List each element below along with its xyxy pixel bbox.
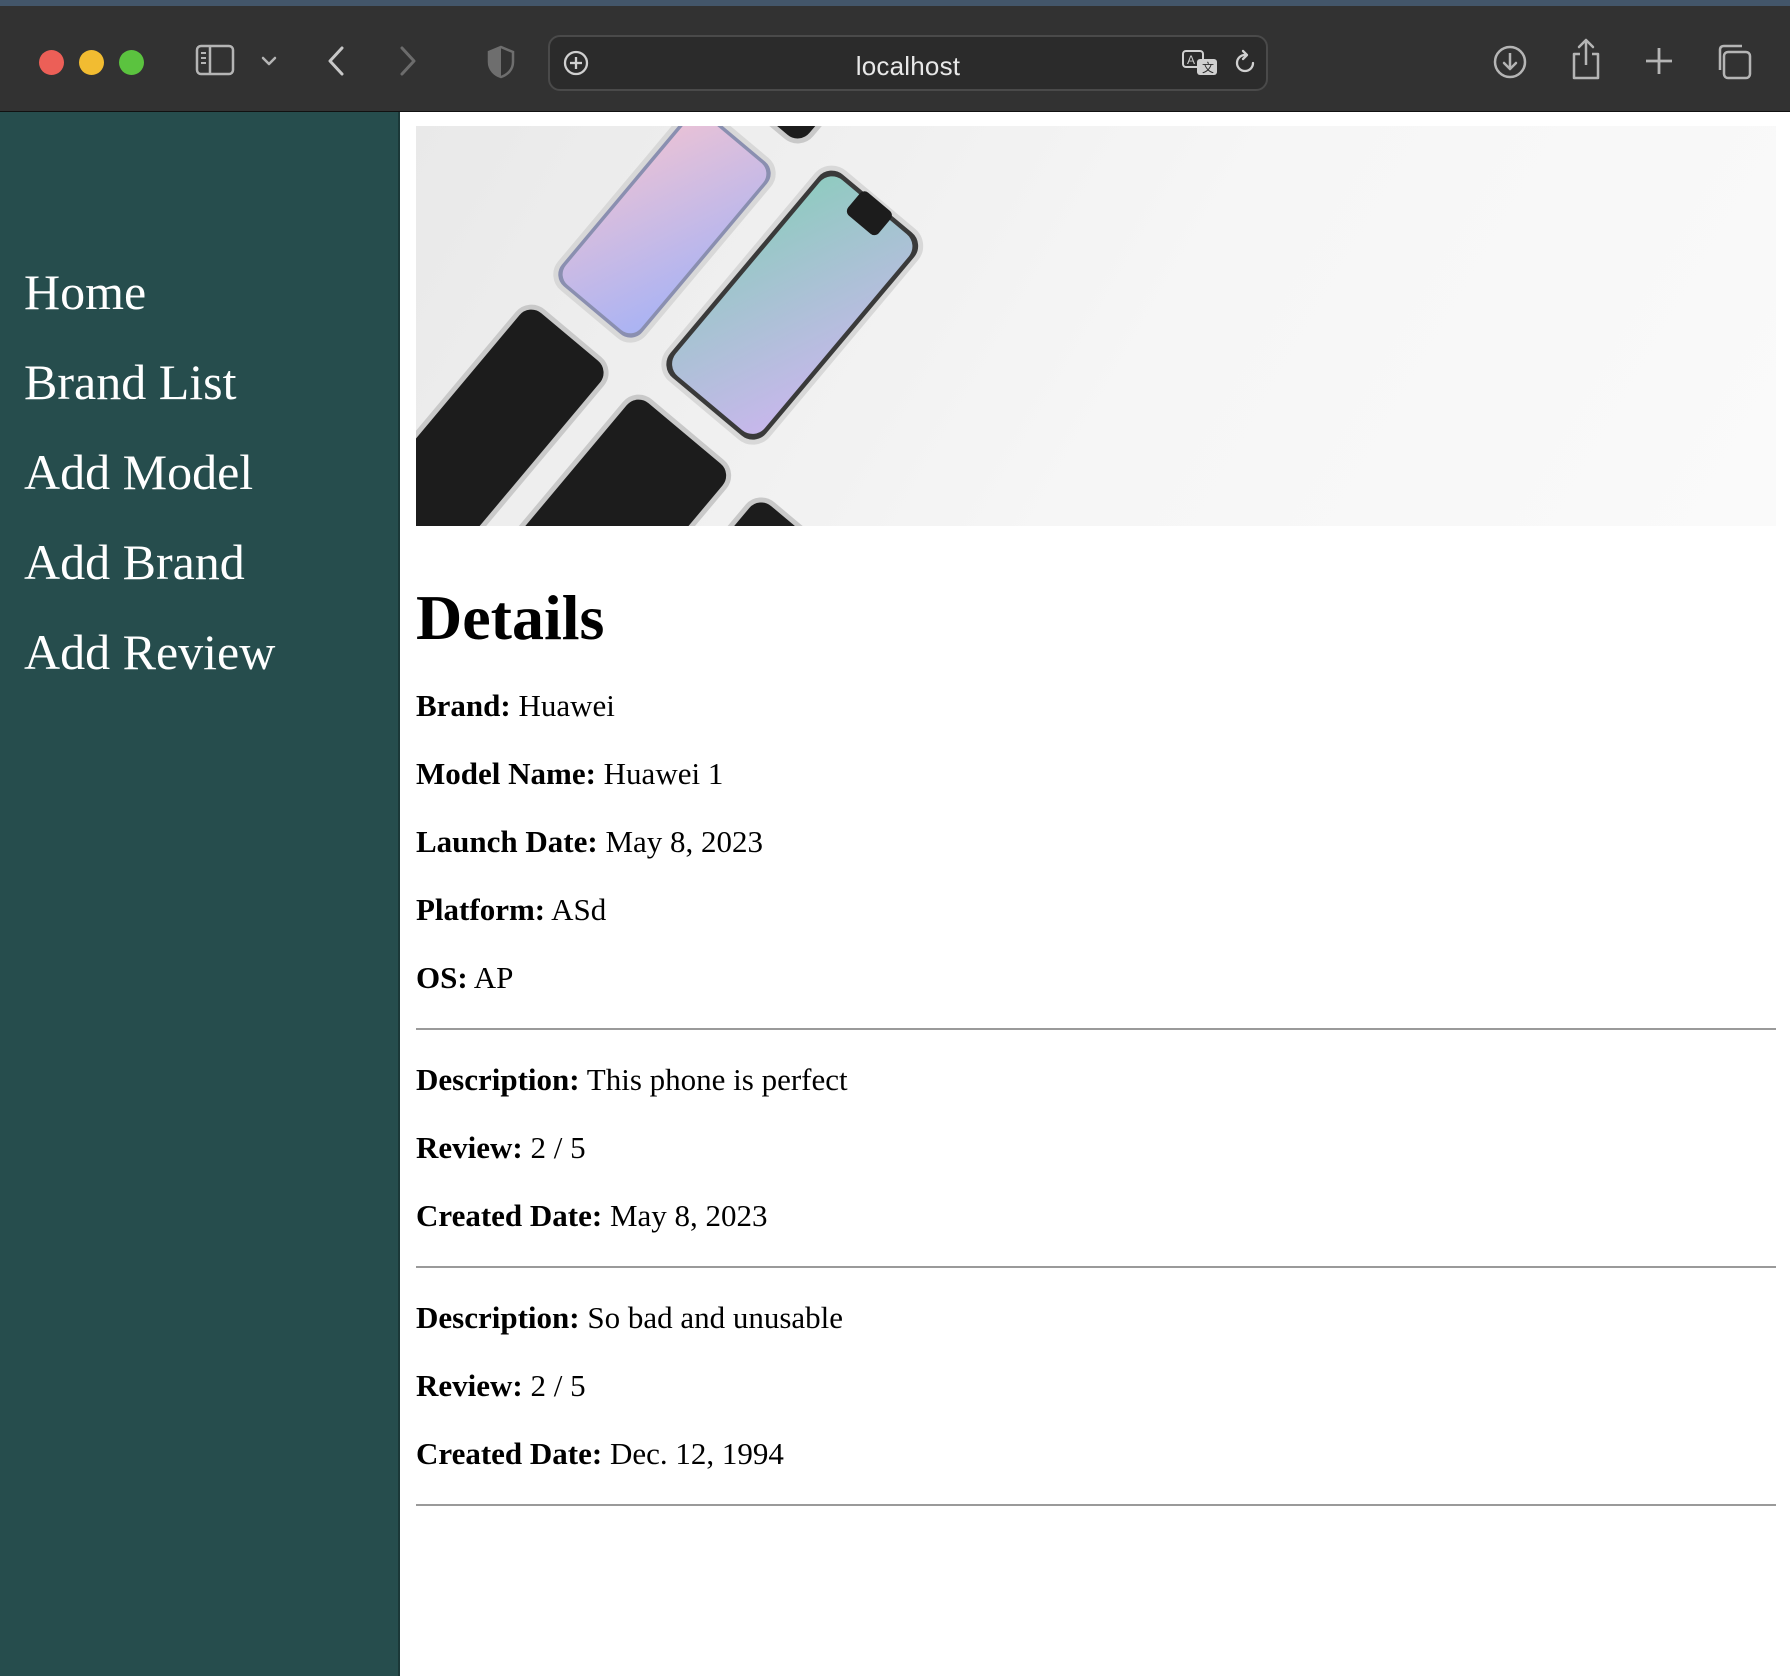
- nav-list: Home Brand List Add Model Add Brand Add …: [24, 247, 275, 697]
- download-icon[interactable]: [1490, 42, 1530, 82]
- zoom-window-button[interactable]: [119, 50, 144, 75]
- field-label: Description:: [416, 1062, 580, 1097]
- chevron-down-icon[interactable]: [258, 50, 280, 72]
- review-score-field: Review: 2 / 5: [416, 1130, 1776, 1166]
- browser-toolbar: localhost A文: [0, 0, 1790, 112]
- description-value: This phone is perfect: [586, 1062, 848, 1097]
- translate-icon[interactable]: A文: [1180, 47, 1220, 79]
- launch-date-field: Launch Date: May 8, 2023: [416, 824, 1776, 860]
- sidebar-nav: Home Brand List Add Model Add Brand Add …: [0, 112, 400, 1676]
- minimize-window-button[interactable]: [79, 50, 104, 75]
- platform-field: Platform: ASd: [416, 892, 1776, 928]
- url-text: localhost: [855, 51, 961, 81]
- field-label: Review:: [416, 1130, 523, 1165]
- nav-link-add-model[interactable]: Add Model: [24, 427, 275, 517]
- tab-overview-icon[interactable]: [1714, 42, 1754, 82]
- nav-link-home[interactable]: Home: [24, 247, 275, 337]
- launch-date-value: May 8, 2023: [605, 824, 764, 859]
- review-score-value: 2 / 5: [530, 1368, 586, 1403]
- forward-icon[interactable]: [394, 42, 422, 80]
- created-date-value: May 8, 2023: [609, 1198, 768, 1233]
- description-field: Description: So bad and unusable: [416, 1300, 1776, 1336]
- sidebar-toggle-icon[interactable]: [194, 42, 236, 78]
- shield-icon[interactable]: [484, 42, 518, 82]
- back-icon[interactable]: [322, 42, 350, 80]
- field-label: Platform:: [416, 892, 546, 927]
- field-label: Brand:: [416, 688, 511, 723]
- close-window-button[interactable]: [39, 50, 64, 75]
- platform-value: ASd: [551, 892, 607, 927]
- reload-icon[interactable]: [1230, 47, 1260, 79]
- model-name-value: Huawei 1: [603, 756, 724, 791]
- share-icon[interactable]: [1568, 36, 1604, 82]
- review-score-field: Review: 2 / 5: [416, 1368, 1776, 1404]
- field-label: Created Date:: [416, 1198, 603, 1233]
- review-score-value: 2 / 5: [530, 1130, 586, 1165]
- nav-link-add-review[interactable]: Add Review: [24, 607, 275, 697]
- divider: [416, 1504, 1776, 1506]
- os-value: AP: [473, 960, 514, 995]
- created-date-field: Created Date: Dec. 12, 1994: [416, 1436, 1776, 1472]
- page-title: Details: [416, 582, 605, 653]
- field-label: Created Date:: [416, 1436, 603, 1471]
- model-specs: Brand: Huawei Model Name: Huawei 1 Launc…: [416, 688, 1776, 996]
- field-label: Description:: [416, 1300, 580, 1335]
- field-label: Review:: [416, 1368, 523, 1403]
- created-date-value: Dec. 12, 1994: [609, 1436, 784, 1471]
- svg-text:A: A: [1187, 53, 1195, 67]
- svg-text:文: 文: [1202, 60, 1214, 75]
- description-field: Description: This phone is perfect: [416, 1062, 1776, 1098]
- brand-value: Huawei: [518, 688, 615, 723]
- main-content: Details Brand: Huawei Model Name: Huawei…: [416, 126, 1776, 1506]
- description-value: So bad and unusable: [587, 1300, 844, 1335]
- field-label: Launch Date:: [416, 824, 598, 859]
- field-label: OS:: [416, 960, 468, 995]
- os-field: OS: AP: [416, 960, 1776, 996]
- review-item: Description: This phone is perfect Revie…: [416, 1030, 1776, 1234]
- phones-illustration: [416, 126, 943, 526]
- nav-link-add-brand[interactable]: Add Brand: [24, 517, 275, 607]
- banner-image: [416, 126, 1776, 526]
- nav-link-brand-list[interactable]: Brand List: [24, 337, 275, 427]
- brand-field: Brand: Huawei: [416, 688, 1776, 724]
- model-name-field: Model Name: Huawei 1: [416, 756, 1776, 792]
- review-item: Description: So bad and unusable Review:…: [416, 1268, 1776, 1472]
- new-tab-icon[interactable]: [1642, 44, 1676, 78]
- field-label: Model Name:: [416, 756, 596, 791]
- address-bar[interactable]: localhost A文: [548, 35, 1268, 91]
- created-date-field: Created Date: May 8, 2023: [416, 1198, 1776, 1234]
